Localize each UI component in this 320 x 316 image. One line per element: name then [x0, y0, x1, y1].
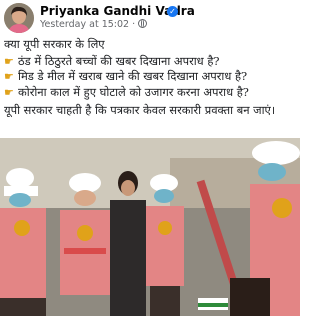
post-point-text: ठंड में ठिठुरते बच्चों की खबर दिखाना अपर… [18, 53, 220, 68]
backhand-pointing-right-icon: ☛ [4, 85, 14, 99]
backhand-pointing-right-icon: ☛ [4, 54, 14, 68]
meta-separator: · [132, 19, 136, 30]
post-meta: Yesterday at 15:02 · [40, 19, 148, 30]
post-text: क्या यूपी सरकार के लिए ☛ ठंड में ठिठुरते … [4, 37, 298, 119]
backhand-pointing-right-icon: ☛ [4, 70, 14, 83]
post-point: ☛ कोरोना काल में हुए घोटाले को उजागर करना… [4, 85, 298, 101]
post-header: Priyanka Gandhi Vadra ✓ Yesterday at 15:… [4, 3, 296, 33]
verified-badge-icon: ✓ [167, 6, 178, 17]
post-intro: क्या यूपी सरकार के लिए [4, 37, 105, 51]
post-point: ☛ ठंड में ठिठुरते बच्चों की खबर दिखाना अप… [4, 54, 298, 70]
avatar[interactable] [4, 3, 34, 33]
post-point-text: मिड डे मील में खराब खाने की खबर दिखाना अ… [18, 69, 248, 83]
post-point: ☛ मिड डे मील में खराब खाने की खबर दिखाना … [4, 69, 298, 85]
post-timestamp[interactable]: Yesterday at 15:02 [40, 19, 129, 30]
globe-icon[interactable] [138, 19, 148, 28]
post-point-text: कोरोना काल में हुए घोटाले को उजागर करना … [18, 84, 249, 99]
post-closing: यूपी सरकार चाहती है कि पत्रकार केवल सरका… [4, 103, 276, 117]
post-photo[interactable] [0, 138, 300, 316]
